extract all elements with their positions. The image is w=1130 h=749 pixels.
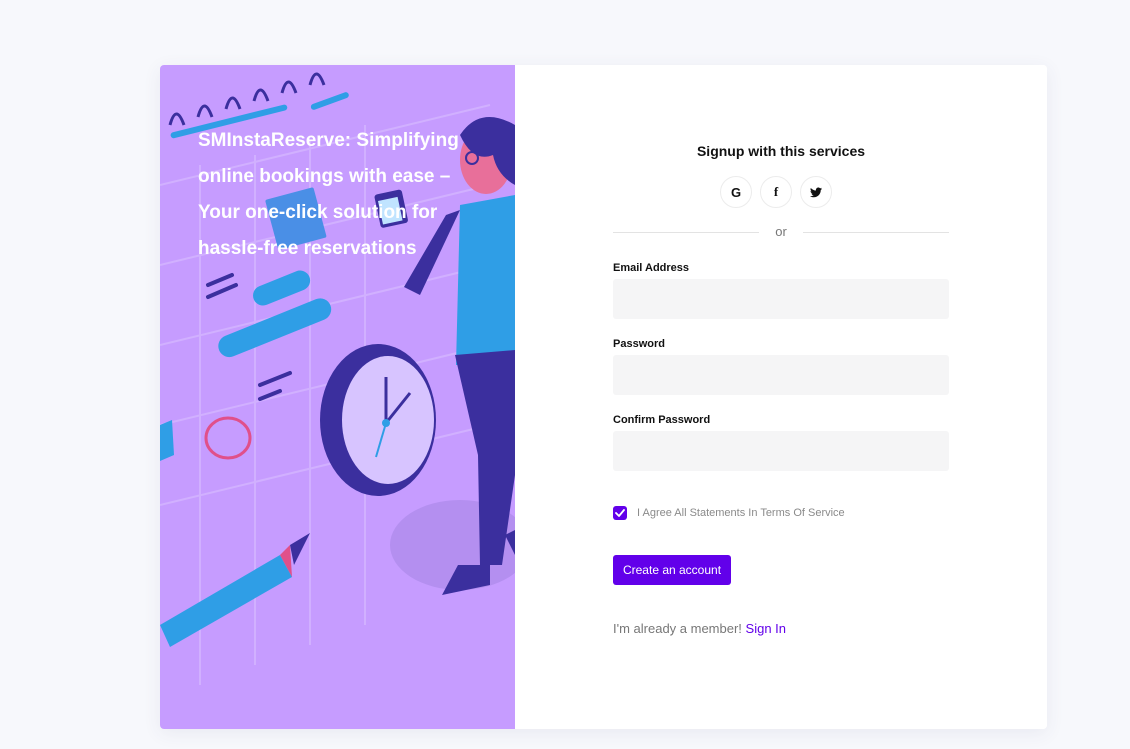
email-field[interactable] [613,279,949,319]
already-member-row: I'm already a member! Sign In [613,621,786,636]
divider-line-right [803,232,949,233]
password-label: Password [613,338,665,350]
confirm-password-field[interactable] [613,431,949,471]
terms-label: I Agree All Statements In Terms Of Servi… [637,507,845,519]
google-icon: G [730,184,742,200]
hero-panel: SMInstaReserve: Simplifying online booki… [160,65,515,729]
facebook-signup-button[interactable]: f [760,176,792,208]
hero-tagline: SMInstaReserve: Simplifying online booki… [198,130,459,259]
or-divider: or [613,224,949,240]
checkmark-icon [615,509,625,517]
signup-title: Signup with this services [696,143,866,159]
already-member-text: I'm already a member! [613,621,742,636]
social-buttons: G f [720,176,832,208]
create-account-button[interactable]: Create an account [613,555,731,585]
terms-checkbox[interactable] [613,506,627,520]
confirm-password-label: Confirm Password [613,414,711,426]
twitter-signup-button[interactable] [800,176,832,208]
sign-in-link[interactable]: Sign In [746,621,786,636]
google-signup-button[interactable]: G [720,176,752,208]
signup-form: Signup with this services G f or Email A… [515,65,1047,729]
password-field[interactable] [613,355,949,395]
terms-row: I Agree All Statements In Terms Of Servi… [613,506,845,520]
email-label: Email Address [613,262,690,274]
signup-card: SMInstaReserve: Simplifying online booki… [160,65,1047,729]
twitter-icon [810,187,822,197]
facebook-icon: f [773,184,779,199]
